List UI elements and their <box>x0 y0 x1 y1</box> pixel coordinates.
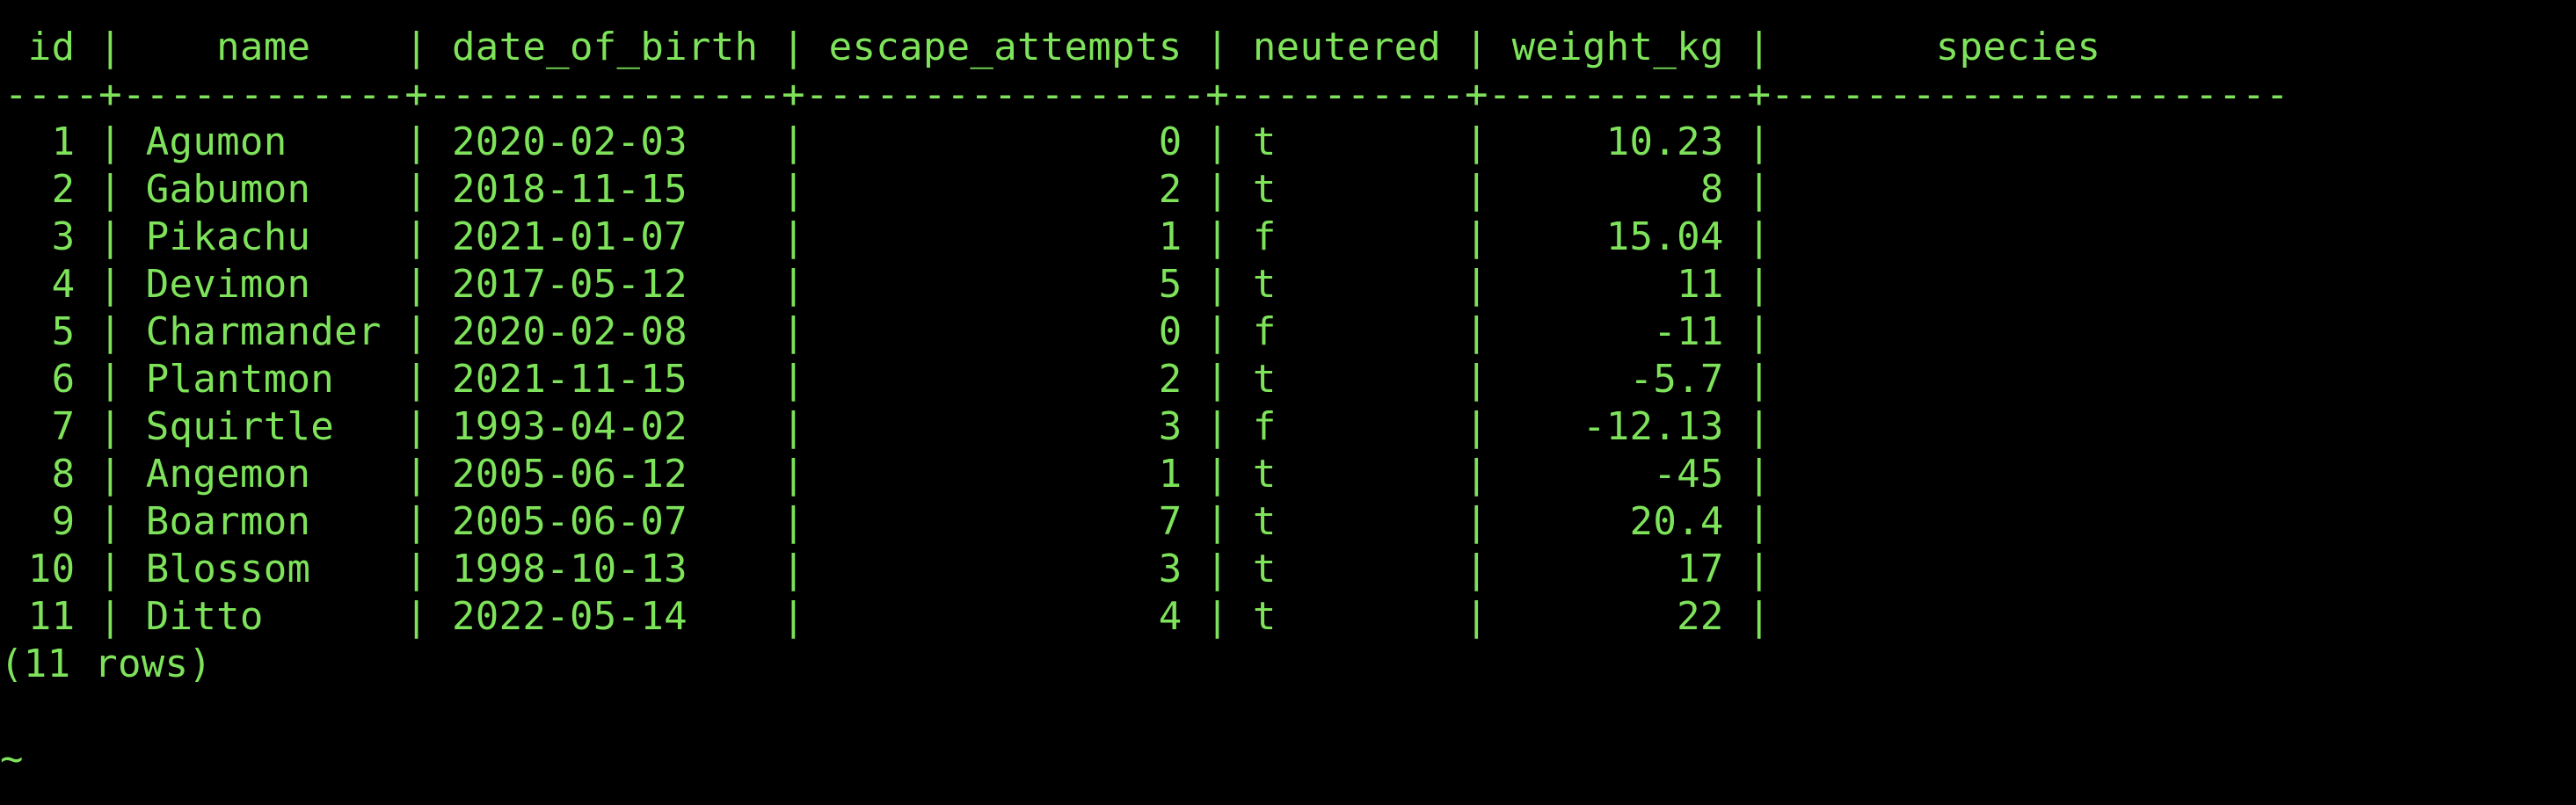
table-header: id | name | date_of_birth | escape_attem… <box>4 25 2101 69</box>
table-row: 8 | Angemon | 2005-06-12 | 1 | t | -45 | <box>4 452 1772 497</box>
table-separator: ----+------------+---------------+------… <box>4 72 2289 117</box>
table-row: 3 | Pikachu | 2021-01-07 | 1 | f | 15.04… <box>4 214 1772 259</box>
table-row: 2 | Gabumon | 2018-11-15 | 2 | t | 8 | <box>4 167 1772 212</box>
row-count-footer: (11 rows) <box>0 642 213 686</box>
table-row: 4 | Devimon | 2017-05-12 | 5 | t | 11 | <box>4 262 1772 307</box>
table-row: 10 | Blossom | 1998-10-13 | 3 | t | 17 | <box>4 547 1772 591</box>
terminal-window[interactable]: id | name | date_of_birth | escape_attem… <box>0 0 2576 805</box>
table-row: 7 | Squirtle | 1993-04-02 | 3 | f | -12.… <box>4 404 1772 449</box>
pager-tilde-marker: ~ <box>0 736 24 781</box>
table-row: 9 | Boarmon | 2005-06-07 | 7 | t | 20.4 … <box>4 499 1772 544</box>
table-row: 6 | Plantmon | 2021-11-15 | 2 | t | -5.7… <box>4 357 1772 402</box>
table-row: 1 | Agumon | 2020-02-03 | 0 | t | 10.23 … <box>4 120 1772 164</box>
table-row: 5 | Charmander | 2020-02-08 | 0 | f | -1… <box>4 309 1772 354</box>
table-row: 11 | Ditto | 2022-05-14 | 4 | t | 22 | <box>4 594 1772 639</box>
